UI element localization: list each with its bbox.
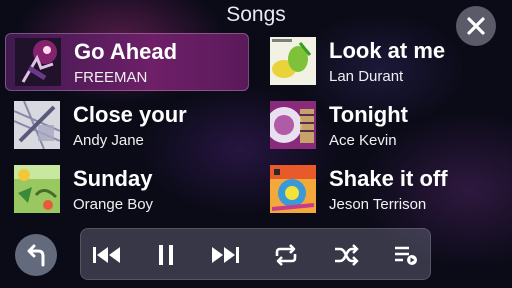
song-artist: Ace Kevin [329,132,397,149]
pause-button[interactable] [141,229,191,281]
repeat-button[interactable] [261,229,311,281]
next-button[interactable] [200,229,250,281]
song-artist: Lan Durant [329,68,404,85]
song-item-tonight[interactable]: Tonight Ace Kevin [261,97,505,155]
queue-list-icon [395,246,417,265]
song-artist: Jeson Terrison [329,196,427,213]
shuffle-icon [335,244,359,266]
song-item-close-your[interactable]: Close your Andy Jane [5,97,249,155]
album-art [14,101,60,149]
song-artist: Andy Jane [73,132,144,149]
song-title: Close your [73,102,187,127]
song-artist: FREEMAN [74,69,148,86]
back-button[interactable] [15,234,57,276]
song-item-look-at-me[interactable]: Look at me Lan Durant [261,33,505,91]
skip-next-icon [212,247,239,263]
pause-icon [159,245,173,265]
shuffle-button[interactable] [321,229,371,281]
album-art [270,37,316,85]
up-arrow-icon [27,244,45,267]
song-item-sunday[interactable]: Sunday Orange Boy [5,161,249,219]
playback-controls [80,228,431,280]
page-title: Songs [226,3,286,26]
repeat-icon [275,244,297,266]
song-item-shake-it-off[interactable]: Shake it off Jeson Terrison [261,161,505,219]
song-title: Sunday [73,166,153,191]
song-title: Look at me [329,38,446,63]
song-item-go-ahead[interactable]: Go Ahead FREEMAN [5,33,249,91]
song-title: Tonight [329,102,408,127]
album-art [15,38,61,86]
previous-button[interactable] [82,229,132,281]
song-artist: Orange Boy [73,196,154,213]
album-art [270,101,316,149]
skip-previous-icon [93,247,120,263]
album-art [14,165,60,213]
song-title: Go Ahead [74,39,178,64]
queue-button[interactable] [381,229,431,281]
song-title: Shake it off [329,166,448,191]
album-art [270,165,316,213]
